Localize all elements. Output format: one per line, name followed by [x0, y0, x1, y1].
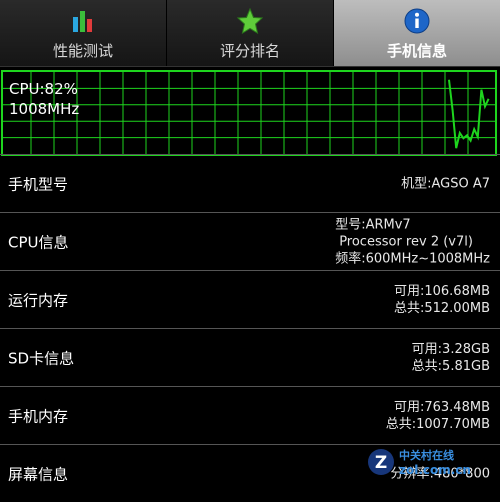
tab-label: 性能测试 [52, 42, 113, 60]
zol-watermark-logo: Z 中关村在线 zol.com.cn [368, 448, 471, 477]
row-label: CPU信息 [8, 233, 69, 251]
tab-performance-test[interactable]: 性能测试 [0, 0, 167, 66]
svg-text:中关村在线: 中关村在线 [399, 448, 454, 462]
row-value: 可用:3.28GB 总共:5.81GB [412, 341, 490, 375]
row-label: SD卡信息 [8, 349, 75, 367]
value-line: 可用:106.68MB [393, 283, 490, 299]
star-icon [237, 8, 263, 34]
row-value: 机型:AGSO A7 [401, 175, 490, 192]
row-label: 手机内存 [8, 407, 69, 425]
row-ram: 运行内存 可用:106.68MB 总共:512.00MB [0, 270, 500, 328]
row-label: 手机型号 [8, 175, 69, 193]
row-phone-model: 手机型号 机型:AGSO A7 [0, 154, 500, 212]
row-value: 可用:763.48MB 总共:1007.70MB [386, 399, 490, 433]
tab-bar: 性能测试 评分排名 手机信息 [0, 0, 500, 67]
row-value: 型号:ARMv7 Processor rev 2 (v7l) 频率:600MHz… [335, 216, 490, 267]
row-label: 运行内存 [8, 291, 69, 309]
row-internal-storage: 手机内存 可用:763.48MB 总共:1007.70MB [0, 386, 500, 444]
row-label: 屏幕信息 [8, 465, 69, 483]
svg-text:zol.com.cn: zol.com.cn [399, 463, 471, 477]
value-line: Processor rev 2 (v7l) [339, 234, 473, 249]
value-line: 总共:1007.70MB [385, 416, 490, 432]
info-icon [404, 8, 430, 34]
tab-phone-info[interactable]: 手机信息 [334, 0, 500, 66]
value-line: 型号:ARMv7 [335, 217, 411, 232]
cpu-usage-text: CPU:82% [9, 80, 78, 98]
value-line: 机型:AGSO A7 [401, 176, 490, 191]
row-value: 可用:106.68MB 总共:512.00MB [394, 283, 490, 317]
tab-score-ranking[interactable]: 评分排名 [167, 0, 334, 66]
cpu-monitor-graph: CPU:82% 1008MHz [1, 70, 497, 156]
value-line: 总共:512.00MB [393, 300, 490, 316]
cpu-frequency-text: 1008MHz [9, 100, 80, 118]
tab-label: 手机信息 [386, 42, 447, 60]
value-line: 频率:600MHz~1008MHz [335, 251, 490, 266]
bar-chart-icon [73, 11, 92, 32]
value-line: 可用:3.28GB [411, 341, 490, 357]
value-line: 总共:5.81GB [411, 358, 490, 374]
value-line: 可用:763.48MB [393, 399, 490, 415]
svg-text:Z: Z [375, 453, 387, 473]
row-sd-card: SD卡信息 可用:3.28GB 总共:5.81GB [0, 328, 500, 386]
tab-label: 评分排名 [219, 42, 280, 60]
row-cpu-info: CPU信息 型号:ARMv7 Processor rev 2 (v7l) 频率:… [0, 212, 500, 270]
